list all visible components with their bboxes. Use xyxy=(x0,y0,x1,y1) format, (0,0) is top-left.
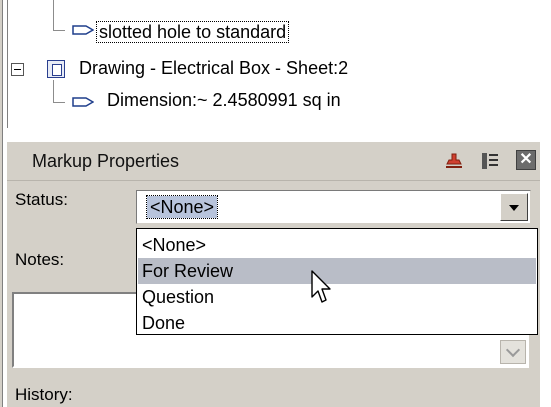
dropdown-option-question[interactable]: Question xyxy=(138,284,536,310)
stamp-icon[interactable] xyxy=(444,151,464,171)
tree-guide-line xyxy=(7,0,8,130)
status-select[interactable]: <None> xyxy=(136,190,531,224)
tree-connector xyxy=(53,30,65,31)
tree-item-label: Dimension:~ 2.4580991 sq in xyxy=(107,90,341,110)
drawing-icon xyxy=(47,60,65,78)
tree-item-drawing[interactable]: Drawing - Electrical Box - Sheet:2 xyxy=(79,56,348,80)
list-icon[interactable] xyxy=(480,151,500,171)
markup-properties-header: Markup Properties ✕ xyxy=(7,141,540,181)
tree-item-dimension[interactable]: Dimension:~ 2.4580991 sq in xyxy=(107,88,341,112)
tree-item-label: slotted hole to standard xyxy=(95,21,290,43)
tree-connector xyxy=(53,80,54,102)
notes-label: Notes: xyxy=(15,250,65,269)
panel-edge xyxy=(0,0,3,407)
tree-connector xyxy=(53,102,65,103)
panel-title: Markup Properties xyxy=(32,151,180,171)
status-selected-value: <None> xyxy=(145,195,219,219)
history-label: History: xyxy=(15,385,73,404)
tree-item-label: Drawing - Electrical Box - Sheet:2 xyxy=(79,58,349,78)
arrow-icon xyxy=(72,25,94,35)
markup-tree: slotted hole to standard Drawing - Elect… xyxy=(0,0,551,130)
close-icon[interactable]: ✕ xyxy=(516,150,536,170)
dropdown-arrow-icon[interactable] xyxy=(500,193,528,221)
dropdown-option-none[interactable]: <None> xyxy=(138,232,536,258)
scroll-down-icon[interactable] xyxy=(500,340,526,364)
dropdown-option-for-review[interactable]: For Review xyxy=(138,258,536,284)
spacer xyxy=(7,128,551,141)
collapse-icon[interactable] xyxy=(11,63,24,76)
dropdown-option-done[interactable]: Done xyxy=(138,310,536,336)
mouse-cursor-icon xyxy=(311,270,331,303)
arrow-icon xyxy=(72,97,94,107)
status-label: Status: xyxy=(15,190,68,209)
tree-item-slotted-hole[interactable]: slotted hole to standard xyxy=(95,20,290,44)
tree-connector xyxy=(53,0,54,30)
status-dropdown-list: <None> For Review Question Done xyxy=(136,228,538,335)
